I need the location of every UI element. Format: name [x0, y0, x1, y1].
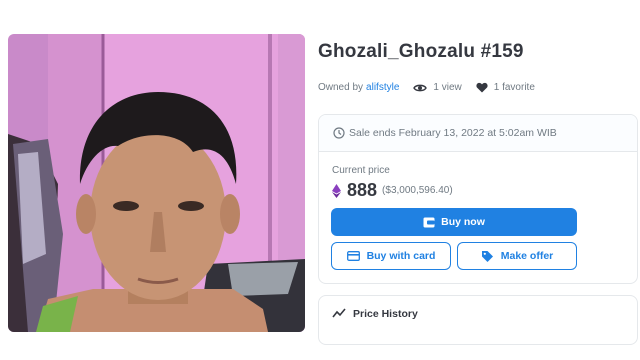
price-usd: ($3,000,596.40) [382, 185, 453, 196]
item-title: Ghozali_Ghozalu #159 [318, 41, 524, 62]
owner-row: Owned by alifstyle 1 view 1 favorite [318, 82, 535, 93]
owner-link[interactable]: alifstyle [366, 82, 399, 93]
views-count: 1 view [433, 82, 462, 93]
price-history-section[interactable]: Price History [318, 295, 638, 345]
buy-with-card-label: Buy with card [366, 250, 436, 262]
sale-card: Sale ends February 13, 2022 at 5:02am WI… [318, 114, 638, 284]
nft-image[interactable] [8, 34, 305, 332]
buy-now-label: Buy now [441, 216, 485, 228]
buy-now-button[interactable]: Buy now [331, 208, 577, 236]
price-history-label: Price History [353, 308, 418, 320]
clock-icon [333, 127, 345, 139]
buy-with-card-button[interactable]: Buy with card [331, 242, 451, 270]
trend-line-icon [332, 308, 346, 318]
make-offer-button[interactable]: Make offer [457, 242, 577, 270]
owned-by-label: Owned by [318, 82, 364, 93]
price-row: 888 ($3,000,596.40) [332, 180, 453, 201]
nft-photo-illustration [8, 34, 305, 332]
views-stat: 1 view [413, 82, 462, 93]
tag-icon [481, 250, 493, 262]
wallet-icon [423, 217, 435, 227]
make-offer-label: Make offer [500, 250, 554, 262]
favorites-count: 1 favorite [493, 82, 535, 93]
heart-icon [476, 82, 488, 93]
sale-end-text: Sale ends February 13, 2022 at 5:02am WI… [349, 127, 557, 139]
card-icon [346, 251, 360, 261]
sale-end-row: Sale ends February 13, 2022 at 5:02am WI… [319, 115, 637, 152]
favorites-stat[interactable]: 1 favorite [476, 82, 535, 93]
ethereum-icon [332, 183, 341, 198]
current-price-label: Current price [332, 165, 390, 176]
eye-icon [413, 84, 428, 91]
price-eth: 888 [347, 180, 378, 200]
